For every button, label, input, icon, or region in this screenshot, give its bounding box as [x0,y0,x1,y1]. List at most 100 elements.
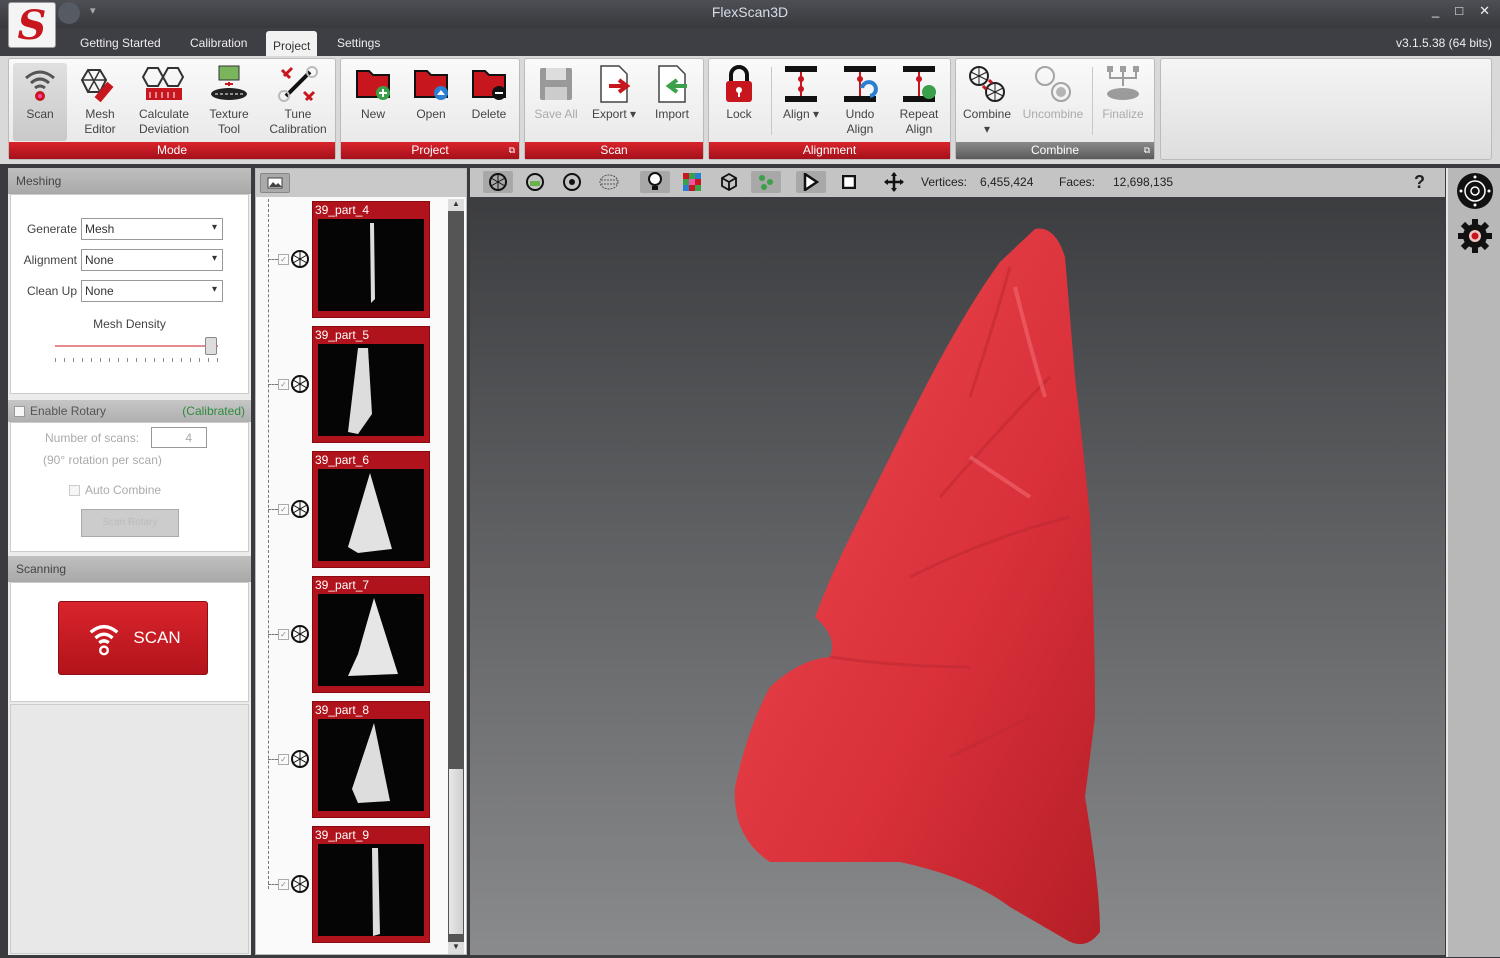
mesh-view-button[interactable] [483,171,513,193]
help-button[interactable]: ? [1414,172,1425,193]
tree-connector [268,508,278,510]
texture-tool-icon [211,65,247,100]
mesh-view-icon [489,173,507,191]
calculate-deviation-icon [142,67,185,100]
scan-list-item[interactable]: 39_part_6 [312,451,430,568]
mesh-density-slider[interactable] [55,337,218,365]
scan-list-panel: ✓ 39_part_4 ✓ 39_part_5 ✓ 39_part_6 ✓ 39_part_7… [255,168,467,955]
scan-thumbnail [318,219,424,311]
tab-calibration[interactable]: Calibration [184,34,253,52]
alignment-select[interactable]: None [81,248,223,271]
tab-project[interactable]: Project [266,31,318,56]
lock-button[interactable]: Lock [713,63,765,122]
align-icon [785,66,817,102]
auto-combine-checkbox[interactable] [69,484,80,496]
scan-list-item[interactable]: 39_part_8 [312,701,430,818]
number-of-scans-label: Number of scans: [45,431,140,445]
scan-mesh-icon [291,250,309,268]
move-arrows-icon [884,172,904,192]
scrollbar-thumb[interactable] [449,769,463,934]
wireframe-view-button[interactable] [557,171,587,193]
scroll-up-arrow[interactable]: ▲ [448,199,464,211]
export-button[interactable]: Export ▾ [585,63,643,122]
bounding-box-button[interactable] [714,171,744,193]
scan-name: 39_part_8 [315,703,370,717]
scan-button[interactable]: SCAN [58,601,208,675]
dialog-launcher-icon[interactable]: ⧉ [1144,142,1150,159]
scan-list-item[interactable]: 39_part_4 [312,201,430,318]
repeat-align-button[interactable]: Repeat Align [891,63,947,137]
thumbnail-view-button[interactable] [260,173,290,193]
scan-list-item[interactable]: 39_part_9 [312,826,430,943]
move-button[interactable] [879,171,909,193]
play-button[interactable] [796,171,826,193]
scroll-down-arrow[interactable]: ▼ [448,942,464,954]
tree-connector [268,883,278,885]
color-grid-icon [683,173,701,191]
dialog-launcher-icon[interactable]: ⧉ [509,142,515,159]
tune-calibration-button[interactable]: Tune Calibration [263,63,333,137]
minimize-button[interactable]: _ [1432,3,1439,19]
ribbon-group-scan: Save All Export ▾ Import Scan [524,58,704,160]
feature-points-icon [759,175,773,190]
rotary-section: Number of scans: 4 (90° rotation per sca… [10,422,249,552]
scan-visibility-checkbox[interactable]: ✓ [278,878,289,890]
view-settings-button[interactable] [1457,218,1493,257]
cleanup-select[interactable]: None [81,279,223,302]
stop-button[interactable] [834,171,864,193]
scan-visibility-checkbox[interactable]: ✓ [278,628,289,640]
scan-mesh-icon [291,375,309,393]
generate-label: Generate [26,221,77,236]
mesh-density-label: Mesh Density [93,317,166,331]
delete-project-button[interactable]: Delete [463,63,515,122]
align-button[interactable]: Align ▾ [775,63,827,122]
3d-viewport[interactable] [470,197,1445,955]
number-of-scans-spinner[interactable]: 4 [151,427,207,448]
maximize-button[interactable]: □ [1455,3,1463,19]
scan-mode-button[interactable]: Scan [13,63,67,141]
generate-select[interactable]: Mesh [81,217,223,240]
enable-rotary-row: Enable Rotary (Calibrated) [8,400,251,422]
scan-list-item[interactable]: 39_part_5 [312,326,430,443]
project-group-label: Project [411,143,449,157]
color-map-button[interactable] [677,171,707,193]
slider-thumb[interactable] [205,337,218,355]
lighting-button[interactable] [640,171,670,193]
points-view-button[interactable] [594,171,624,193]
calculate-deviation-button[interactable]: Calculate Deviation [133,63,195,137]
scan-mesh-icon [291,875,309,893]
align-label: Align ▾ [782,107,820,121]
uncombine-button[interactable]: Uncombine [1018,63,1088,122]
scan-visibility-checkbox[interactable]: ✓ [278,378,289,390]
scan-visibility-checkbox[interactable]: ✓ [278,753,289,765]
folder-new-icon [356,70,390,100]
scan-rotary-button[interactable]: Scan Rotary [81,509,179,537]
navigation-control[interactable] [1456,172,1494,213]
open-project-button[interactable]: Open [405,63,457,122]
scan-list-scrollbar[interactable]: ▲ ▼ [448,199,464,954]
feature-points-button[interactable] [751,171,781,193]
faces-value: 12,698,135 [1113,175,1174,189]
save-all-button[interactable]: Save All [529,63,583,122]
undo-align-button[interactable]: Undo Align [833,63,887,137]
texture-view-button[interactable] [520,171,550,193]
mesh-editor-label: Mesh Editor [84,107,116,136]
enable-rotary-checkbox[interactable] [14,405,25,417]
new-project-button[interactable]: New [347,63,399,122]
scanned-arrowhead-model[interactable] [470,197,1445,955]
scan-visibility-checkbox[interactable]: ✓ [278,253,289,265]
file-export-icon [600,65,631,103]
finalize-button[interactable]: Finalize [1096,63,1150,122]
texture-tool-button[interactable]: Texture Tool [201,63,257,137]
tree-line [268,199,269,889]
app-logo[interactable]: S [8,1,56,49]
scan-visibility-checkbox[interactable]: ✓ [278,503,289,515]
import-button[interactable]: Import [645,63,699,122]
flexscan-logo-icon: S [17,1,47,49]
close-button[interactable]: ✕ [1479,3,1490,19]
tab-settings[interactable]: Settings [331,34,386,52]
tab-getting-started[interactable]: Getting Started [74,34,167,52]
scan-list-item[interactable]: 39_part_7 [312,576,430,693]
mesh-editor-button[interactable]: Mesh Editor [73,63,127,137]
combine-button[interactable]: Combine ▾ [958,63,1016,137]
